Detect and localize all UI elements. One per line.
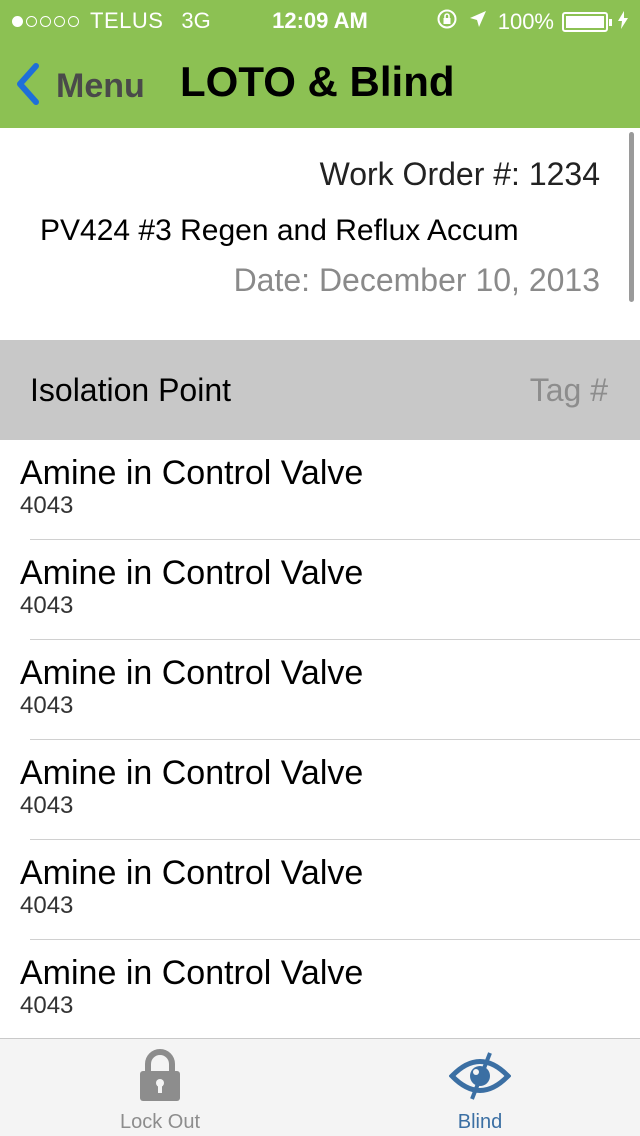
eye-icon	[320, 1049, 640, 1108]
charging-bolt-icon	[618, 10, 628, 34]
top-bar: TELUS 3G 12:09 AM 100% Menu LOTO & Blind	[0, 0, 640, 128]
list-item[interactable]: Amine in Control Valve 4043	[0, 440, 640, 540]
list-item-title: Amine in Control Valve	[20, 454, 364, 492]
list-item-subtitle: 4043	[20, 492, 74, 519]
tab-lock-out[interactable]: Lock Out	[0, 1039, 320, 1136]
list-item-title: Amine in Control Valve	[20, 754, 364, 792]
back-button[interactable]: Menu	[14, 62, 145, 111]
list-item-subtitle: 4043	[20, 992, 74, 1019]
column-header-tag-number: Tag #	[529, 372, 608, 408]
back-button-label: Menu	[56, 67, 145, 105]
work-order-description: PV424 #3 Regen and Reflux Accum	[40, 214, 519, 247]
scroll-indicator[interactable]	[629, 132, 634, 302]
list-item-title: Amine in Control Valve	[20, 654, 364, 692]
list-item-title: Amine in Control Valve	[20, 954, 364, 992]
chevron-left-icon	[14, 62, 42, 111]
rotation-lock-icon	[436, 8, 458, 36]
battery-percent: 100%	[497, 9, 554, 34]
list-item-title: Amine in Control Valve	[20, 854, 364, 892]
isolation-point-list: Amine in Control Valve 4043 Amine in Con…	[0, 440, 640, 1040]
tab-lock-out-label: Lock Out	[119, 1111, 201, 1133]
battery-icon	[562, 12, 612, 32]
list-item-subtitle: 4043	[20, 792, 74, 819]
list-item[interactable]: Amine in Control Valve 4043	[0, 640, 640, 740]
list-item-subtitle: 4043	[20, 592, 74, 619]
list-item[interactable]: Amine in Control Valve 4043	[0, 540, 640, 640]
location-arrow-icon	[468, 9, 488, 35]
list-item-subtitle: 4043	[20, 892, 74, 919]
navigation-bar: Menu LOTO & Blind	[0, 40, 640, 128]
list-item[interactable]: Amine in Control Valve 4043	[0, 740, 640, 840]
status-bar: TELUS 3G 12:09 AM 100%	[0, 0, 640, 40]
list-item-subtitle: 4043	[20, 692, 74, 719]
lock-icon	[0, 1049, 320, 1108]
tab-blind-label: Blind	[457, 1111, 503, 1133]
page-title: LOTO & Blind	[180, 58, 455, 105]
tab-bar: Lock Out Blind	[0, 1038, 640, 1136]
list-item-title: Amine in Control Valve	[20, 554, 364, 592]
list-item[interactable]: Amine in Control Valve 4043	[0, 840, 640, 940]
status-right: 100%	[436, 8, 628, 36]
work-order-date: Date: December 10, 2013	[233, 262, 600, 298]
list-item[interactable]: Amine in Control Valve 4043	[0, 940, 640, 1040]
work-order-number: Work Order #: 1234	[319, 156, 600, 192]
column-header-isolation-point: Isolation Point	[30, 372, 232, 408]
table-section-header: Isolation Point Tag #	[0, 340, 640, 440]
tab-blind[interactable]: Blind	[320, 1039, 640, 1136]
work-order-header: Work Order #: 1234 PV424 #3 Regen and Re…	[0, 128, 640, 340]
